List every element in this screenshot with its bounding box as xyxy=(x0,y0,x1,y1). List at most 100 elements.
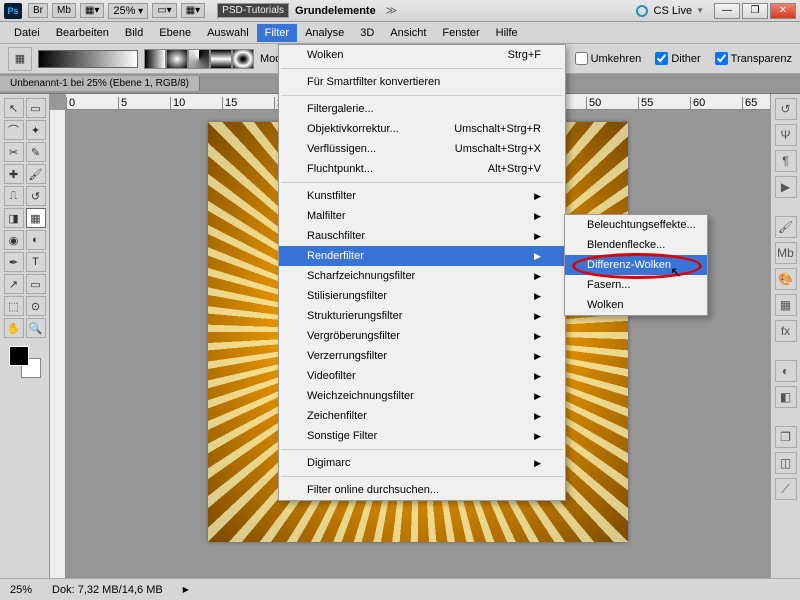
angle-gradient-button[interactable] xyxy=(188,49,210,69)
brush-tool[interactable]: 🖌 xyxy=(26,164,46,184)
filter-item-strukturierungsfilter[interactable]: Strukturierungsfilter▶ xyxy=(279,306,565,326)
menu-3d[interactable]: 3D xyxy=(352,24,382,42)
minibridge-panel-icon[interactable]: Mb xyxy=(775,242,797,264)
render-item-blendenflecke-[interactable]: Blendenflecke... xyxy=(565,235,707,255)
filter-item-digimarc[interactable]: Digimarc▶ xyxy=(279,453,565,473)
filter-item-wolken[interactable]: WolkenStrg+F xyxy=(279,45,565,65)
filter-item-malfilter[interactable]: Malfilter▶ xyxy=(279,206,565,226)
gradient-tool[interactable]: ▦ xyxy=(26,208,46,228)
transparenz-checkbox[interactable]: Transparenz xyxy=(715,52,792,65)
umkehren-checkbox[interactable]: Umkehren xyxy=(575,52,642,65)
brush-panel-icon[interactable]: 🖌 xyxy=(775,216,797,238)
menu-ebene[interactable]: Ebene xyxy=(151,24,199,42)
menu-auswahl[interactable]: Auswahl xyxy=(199,24,257,42)
styles-panel-icon[interactable]: fx xyxy=(775,320,797,342)
lasso-tool[interactable]: ⌒ xyxy=(4,120,24,140)
path-tool[interactable]: ↗ xyxy=(4,274,24,294)
blur-tool[interactable]: ◉ xyxy=(4,230,24,250)
filter-item-videofilter[interactable]: Videofilter▶ xyxy=(279,366,565,386)
linear-gradient-button[interactable] xyxy=(144,49,166,69)
character-panel-icon[interactable]: Ψ xyxy=(775,124,797,146)
3d-camera-tool[interactable]: ⊙ xyxy=(26,296,46,316)
status-zoom[interactable]: 25% xyxy=(10,584,32,596)
pen-tool[interactable]: ✒ xyxy=(4,252,24,272)
document-tab[interactable]: Unbenannt-1 bei 25% (Ebene 1, RGB/8) xyxy=(0,76,200,91)
swatches-panel-icon[interactable]: ▦ xyxy=(775,294,797,316)
foreground-color[interactable] xyxy=(9,346,29,366)
gradient-preview[interactable] xyxy=(38,50,138,68)
filter-item-weichzeichnungsfilter[interactable]: Weichzeichnungsfilter▶ xyxy=(279,386,565,406)
wand-tool[interactable]: ✦ xyxy=(26,120,46,140)
filter-item-stilisierungsfilter[interactable]: Stilisierungsfilter▶ xyxy=(279,286,565,306)
minibridge-button[interactable]: Mb xyxy=(52,3,76,18)
maximize-button[interactable]: ❐ xyxy=(742,3,768,19)
filter-item-f-r-smartfilter-konvertieren[interactable]: Für Smartfilter konvertieren xyxy=(279,72,565,92)
arrange-button[interactable]: ▦▾ xyxy=(181,3,205,18)
eraser-tool[interactable]: ◨ xyxy=(4,208,24,228)
zoom-tool[interactable]: 🔍 xyxy=(26,318,46,338)
3d-tool[interactable]: ⬚ xyxy=(4,296,24,316)
filter-item-objektivkorrektur-[interactable]: Objektivkorrektur...Umschalt+Strg+R xyxy=(279,119,565,139)
move-tool[interactable]: ↖ xyxy=(4,98,24,118)
paths-panel-icon[interactable]: ⟋ xyxy=(775,478,797,500)
workspace-more-icon[interactable]: ≫ xyxy=(386,4,398,17)
cs-live-button[interactable]: CS Live xyxy=(654,5,693,17)
actions-panel-icon[interactable]: ▶ xyxy=(775,176,797,198)
menu-fenster[interactable]: Fenster xyxy=(434,24,487,42)
render-item-fasern-[interactable]: Fasern... xyxy=(565,275,707,295)
eyedropper-tool[interactable]: ✎ xyxy=(26,142,46,162)
history-panel-icon[interactable]: ↺ xyxy=(775,98,797,120)
stamp-tool[interactable]: ⎍ xyxy=(4,186,24,206)
filter-item-kunstfilter[interactable]: Kunstfilter▶ xyxy=(279,186,565,206)
crop-tool[interactable]: ✂ xyxy=(4,142,24,162)
render-item-beleuchtungseffekte-[interactable]: Beleuchtungseffekte... xyxy=(565,215,707,235)
filter-item-rauschfilter[interactable]: Rauschfilter▶ xyxy=(279,226,565,246)
color-swatches[interactable] xyxy=(9,346,41,378)
render-item-wolken[interactable]: Wolken xyxy=(565,295,707,315)
screen-mode-button[interactable]: ▦▾ xyxy=(80,3,104,18)
filter-item-filter-online-durchsuchen-[interactable]: Filter online durchsuchen... xyxy=(279,480,565,500)
paragraph-panel-icon[interactable]: ¶ xyxy=(775,150,797,172)
filter-item-verzerrungsfilter[interactable]: Verzerrungsfilter▶ xyxy=(279,346,565,366)
render-item-differenz-wolken[interactable]: Differenz-Wolken xyxy=(565,255,707,275)
color-panel-icon[interactable]: 🎨 xyxy=(775,268,797,290)
filter-item-filtergalerie-[interactable]: Filtergalerie... xyxy=(279,99,565,119)
history-brush-tool[interactable]: ↺ xyxy=(26,186,46,206)
adjustments-panel-icon[interactable]: ◐ xyxy=(775,360,797,382)
bridge-button[interactable]: Br xyxy=(28,3,48,18)
filter-item-fluchtpunkt-[interactable]: Fluchtpunkt...Alt+Strg+V xyxy=(279,159,565,179)
layers-panel-icon[interactable]: ❐ xyxy=(775,426,797,448)
menu-bild[interactable]: Bild xyxy=(117,24,151,42)
masks-panel-icon[interactable]: ◧ xyxy=(775,386,797,408)
radial-gradient-button[interactable] xyxy=(166,49,188,69)
menu-ansicht[interactable]: Ansicht xyxy=(382,24,434,42)
channels-panel-icon[interactable]: ◫ xyxy=(775,452,797,474)
menu-filter[interactable]: Filter xyxy=(257,24,297,42)
filter-item-zeichenfilter[interactable]: Zeichenfilter▶ xyxy=(279,406,565,426)
heal-tool[interactable]: ✚ xyxy=(4,164,24,184)
filter-item-vergr-berungsfilter[interactable]: Vergröberungsfilter▶ xyxy=(279,326,565,346)
marquee-tool[interactable]: ▭ xyxy=(26,98,46,118)
filter-item-renderfilter[interactable]: Renderfilter▶ xyxy=(279,246,565,266)
close-button[interactable]: ✕ xyxy=(770,3,796,19)
status-doc-size[interactable]: Dok: 7,32 MB/14,6 MB xyxy=(52,584,163,596)
shape-tool[interactable]: ▭ xyxy=(26,274,46,294)
filter-item-scharfzeichnungsfilter[interactable]: Scharfzeichnungsfilter▶ xyxy=(279,266,565,286)
workspace-label[interactable]: Grundelemente xyxy=(295,5,376,17)
filter-item-verfl-ssigen-[interactable]: Verflüssigen...Umschalt+Strg+X xyxy=(279,139,565,159)
menu-hilfe[interactable]: Hilfe xyxy=(488,24,526,42)
menu-bearbeiten[interactable]: Bearbeiten xyxy=(48,24,117,42)
dither-checkbox[interactable]: Dither xyxy=(655,52,700,65)
minimize-button[interactable]: — xyxy=(714,3,740,19)
zoom-level[interactable]: 25% ▾ xyxy=(108,3,148,19)
view-extras-button[interactable]: ▭▾ xyxy=(152,3,176,18)
diamond-gradient-button[interactable] xyxy=(232,49,254,69)
hand-tool[interactable]: ✋ xyxy=(4,318,24,338)
dodge-tool[interactable]: ◐ xyxy=(26,230,46,250)
reflected-gradient-button[interactable] xyxy=(210,49,232,69)
filter-item-sonstige-filter[interactable]: Sonstige Filter▶ xyxy=(279,426,565,446)
menu-analyse[interactable]: Analyse xyxy=(297,24,352,42)
psd-tutorials-button[interactable]: PSD-Tutorials xyxy=(217,3,289,18)
gradient-tool-icon[interactable]: ▦ xyxy=(8,47,32,71)
menu-datei[interactable]: Datei xyxy=(6,24,48,42)
